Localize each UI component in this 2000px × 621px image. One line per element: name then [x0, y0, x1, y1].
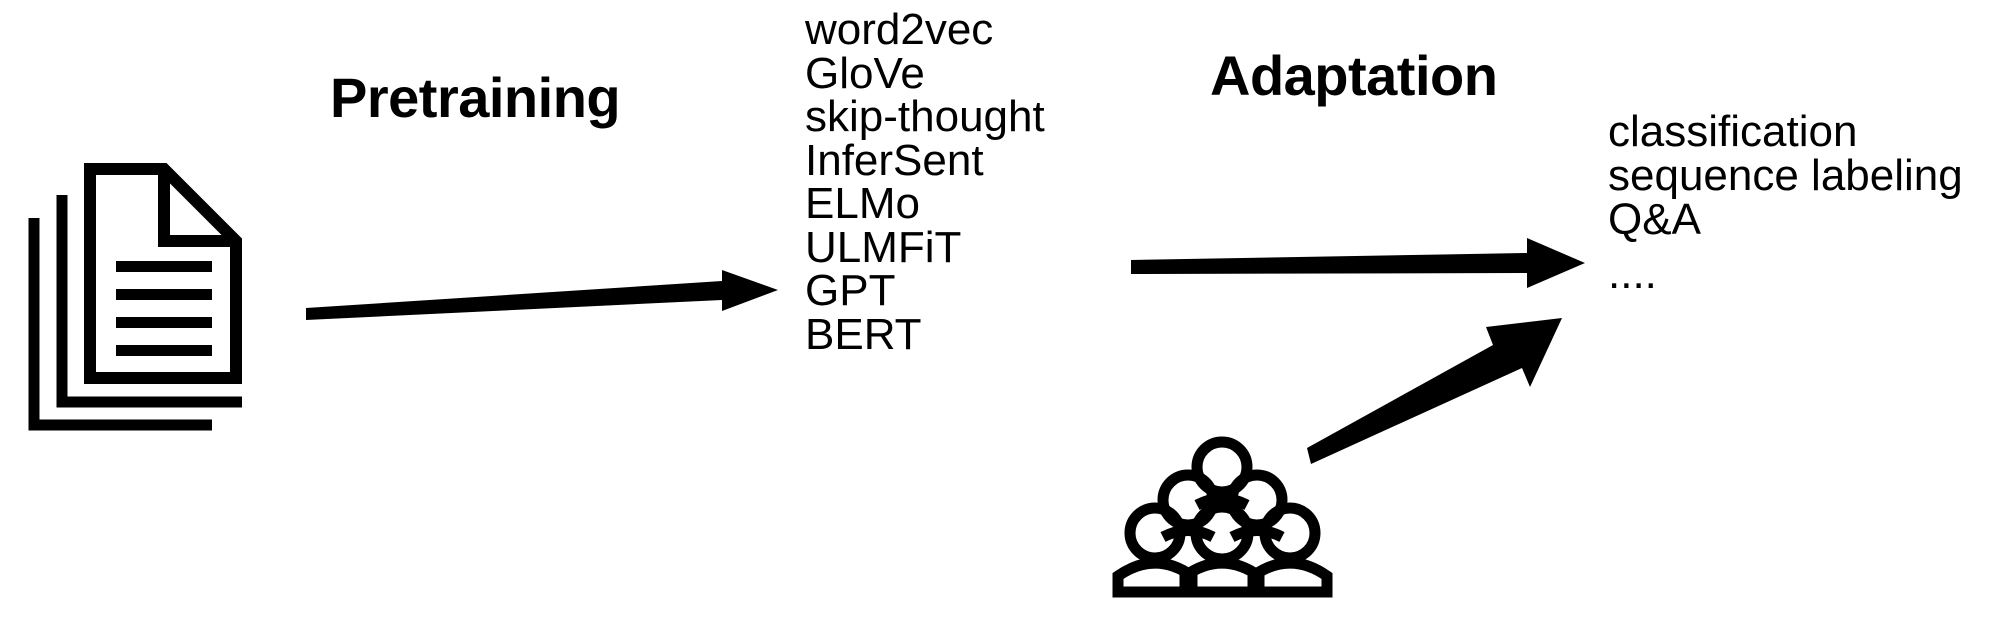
- task-list-item: Q&A: [1608, 195, 1701, 244]
- model-list-item: ULMFiT: [805, 222, 962, 272]
- task-list-item: sequence labeling: [1608, 151, 1963, 200]
- model-list-item: skip-thought: [805, 92, 1045, 141]
- model-list-item: GloVe: [805, 48, 925, 98]
- arrow-documents-to-models: [306, 270, 778, 320]
- model-list-item: ELMo: [805, 179, 920, 228]
- heading-pretraining: Pretraining: [330, 66, 621, 129]
- model-list: word2vec GloVe skip-thought InferSent EL…: [805, 8, 1045, 356]
- model-list-item: word2vec: [805, 5, 994, 54]
- crowd-people-icon: [1112, 436, 1333, 598]
- arrow-crowd-to-tasks: [1307, 318, 1562, 464]
- model-list-item: InferSent: [805, 135, 984, 185]
- heading-adaptation: Adaptation: [1210, 44, 1498, 107]
- task-list: classification sequence labeling Q&A ...…: [1608, 110, 1963, 296]
- diagram-canvas: Pretraining Adaptation word2vec GloVe sk…: [0, 0, 2000, 621]
- task-list-ellipsis: ....: [1608, 249, 1657, 298]
- model-list-item: GPT: [805, 266, 896, 315]
- arrow-models-to-tasks: [1131, 238, 1585, 288]
- task-list-item: classification: [1608, 107, 1858, 156]
- documents-stack-icon: [28, 163, 242, 431]
- model-list-item: BERT: [805, 309, 922, 359]
